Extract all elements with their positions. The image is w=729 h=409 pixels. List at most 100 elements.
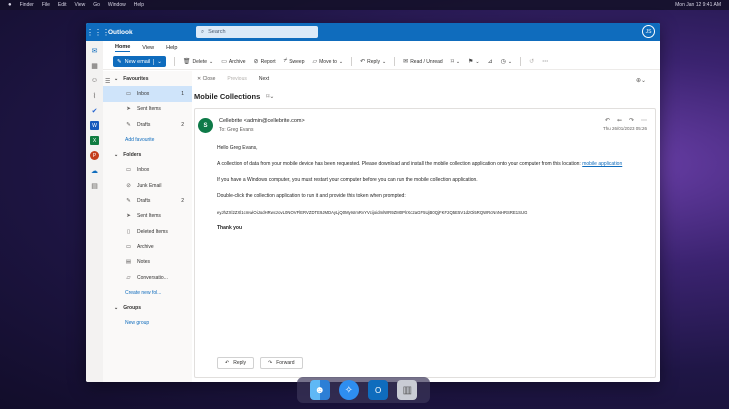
tab-help[interactable]: Help: [166, 45, 177, 51]
menu-edit[interactable]: Edit: [58, 2, 67, 8]
snooze-button[interactable]: ◷ ⌄: [501, 58, 512, 66]
onedrive-icon[interactable]: ☁: [90, 166, 99, 175]
excel-icon[interactable]: X: [90, 136, 99, 145]
folder-item-drafts[interactable]: ✎ Drafts 2: [103, 193, 192, 208]
reply-icon: ↶: [360, 59, 366, 65]
word-icon[interactable]: W: [90, 121, 99, 130]
pin-button[interactable]: ⊿: [488, 58, 493, 65]
menu-file[interactable]: File: [42, 2, 50, 8]
read-unread-button[interactable]: ✉ Read / Unread: [403, 58, 443, 66]
search-box[interactable]: ⌕ Search: [196, 26, 318, 38]
tag-icon: ⌑: [450, 59, 454, 65]
menu-go[interactable]: Go: [93, 2, 100, 8]
create-folder-link[interactable]: Create new fol...: [103, 285, 192, 300]
forward-icon: ↷: [268, 360, 273, 366]
zoom-icon[interactable]: ⊕⌄: [636, 77, 646, 84]
draft-count: 2: [181, 121, 184, 128]
folder-item-conversation[interactable]: ▱ Conversatio...: [103, 270, 192, 285]
title-bar: ⋮⋮⋮ Outlook ⌕ Search JS: [86, 23, 660, 41]
folder-label: Archive: [137, 243, 154, 250]
folder-label: Drafts: [137, 121, 151, 128]
reply-icon[interactable]: ↶: [605, 117, 610, 124]
body-paragraph: If you have a Windows computer, you must…: [217, 177, 478, 183]
calendar-icon[interactable]: ▦: [90, 61, 99, 70]
menu-help[interactable]: Help: [134, 2, 144, 8]
account-avatar[interactable]: JS: [642, 25, 655, 38]
sender-avatar[interactable]: S: [198, 118, 213, 133]
folders-header[interactable]: ⌄ Folders: [103, 147, 192, 162]
powerpoint-icon[interactable]: P: [90, 151, 99, 160]
folder-icon: ▱: [126, 274, 131, 281]
menu-view[interactable]: View: [75, 2, 86, 8]
folders-label: Folders: [123, 152, 142, 159]
fav-item-inbox[interactable]: ▭ Inbox 1: [103, 86, 192, 102]
apps-icon[interactable]: ▤: [90, 181, 99, 190]
apple-icon[interactable]: ●: [8, 2, 12, 8]
more-icon[interactable]: ⋯: [641, 117, 647, 124]
tab-view[interactable]: View: [142, 45, 154, 51]
hamburger-icon[interactable]: ☰: [105, 78, 110, 85]
folder-item-notes[interactable]: ▤ Notes: [103, 255, 192, 270]
safari-icon[interactable]: ✧: [338, 380, 359, 400]
sweep-button[interactable]: ⌿ Sweep: [284, 58, 305, 65]
favourites-header[interactable]: ⌄ Favourites: [103, 71, 192, 86]
folder-item-archive[interactable]: ▭ Archive: [103, 239, 192, 254]
folder-pane: ☰ ⌄ Favourites ▭ Inbox 1 ➤ Sent Items ✎ …: [103, 71, 192, 382]
report-button[interactable]: ⊘ Report: [254, 58, 276, 66]
menu-window[interactable]: Window: [108, 2, 126, 8]
toolbar-divider: [173, 57, 175, 66]
archive-label: Archive: [228, 58, 246, 65]
fav-item-drafts[interactable]: ✎ Drafts 2: [103, 117, 192, 132]
trash-icon[interactable]: ▥: [397, 380, 418, 400]
reply-all-icon[interactable]: ⇚: [617, 117, 622, 124]
close-button[interactable]: ✕ Close: [197, 76, 215, 82]
tab-home[interactable]: Home: [115, 44, 131, 52]
forward-button[interactable]: ↷ Forward: [260, 357, 303, 369]
app-launcher-icon[interactable]: ⋮⋮⋮: [86, 28, 110, 37]
reply-button[interactable]: ↶ Reply: [217, 357, 254, 369]
groups-header[interactable]: ⌄ Groups: [103, 300, 192, 315]
chevron-down-icon[interactable]: ⌄: [153, 58, 162, 65]
read-unread-label: Read / Unread: [410, 58, 443, 65]
new-group-link[interactable]: New group: [103, 316, 192, 331]
previous-button[interactable]: Previous: [227, 76, 246, 82]
menubar-clock[interactable]: Mon Jan 12 9:41 AM: [675, 2, 721, 8]
sender-name[interactable]: Cellebrite <admin@cellebrite.com>: [219, 118, 305, 124]
move-to-button[interactable]: ▱ Move to ⌄: [313, 58, 344, 66]
next-button[interactable]: Next: [259, 76, 269, 82]
chevron-down-icon: ⌄: [475, 58, 480, 65]
add-favourite-link[interactable]: Add favourite: [103, 132, 192, 147]
mobile-application-link[interactable]: mobile application: [582, 161, 622, 167]
chevron-down-icon: ⌄: [381, 58, 387, 65]
undo-button[interactable]: ↺: [529, 58, 534, 65]
subject-text: Mobile Collections: [194, 92, 261, 101]
system-menubar: ● Finder File Edit View Go Window Help M…: [0, 0, 729, 10]
folder-item-junk[interactable]: ⊘ Junk Email: [103, 178, 192, 193]
forward-icon[interactable]: ↷: [629, 117, 634, 124]
more-options-button[interactable]: ⋯: [542, 58, 548, 65]
outlook-icon[interactable]: O: [368, 380, 389, 400]
token-text[interactable]: eyJhZXl2ZXl1cmwiOiJodHRwczovL0NOVFlERVZD…: [217, 209, 645, 217]
folder-label: Junk Email: [137, 182, 162, 189]
reply-dropdown-button[interactable]: ↶ Reply ⌄: [360, 58, 387, 66]
folder-item-deleted[interactable]: ▯ Deleted Items: [103, 224, 192, 239]
fav-item-sent[interactable]: ➤ Sent Items: [103, 102, 192, 117]
inbox-icon: ▭: [125, 90, 132, 97]
menu-finder[interactable]: Finder: [20, 2, 34, 8]
delete-button[interactable]: 🗑 Delete ⌄: [183, 58, 213, 66]
folder-item-inbox[interactable]: ▭ Inbox: [103, 163, 192, 178]
categorize-button[interactable]: ⌑ ⌄: [450, 58, 460, 66]
flag-button[interactable]: ⚑ ⌄: [468, 58, 480, 66]
new-email-button[interactable]: ✎ New email ⌄: [113, 56, 166, 67]
attach-icon[interactable]: ⌇: [90, 91, 99, 100]
archive-button[interactable]: ▭ Archive: [221, 58, 246, 66]
mail-icon[interactable]: ✉: [90, 46, 99, 55]
folder-item-sent[interactable]: ➤ Sent Items: [103, 209, 192, 224]
message-subject: Mobile Collections ⌑⌄: [194, 92, 274, 101]
todo-icon[interactable]: ✔: [90, 106, 99, 115]
message-nav: ✕ Close Previous Next: [197, 76, 269, 82]
folder-label: Inbox: [137, 90, 150, 97]
people-icon[interactable]: ☺: [90, 76, 99, 85]
tag-icon[interactable]: ⌑⌄: [266, 93, 274, 100]
finder-icon[interactable]: ☻: [309, 380, 330, 400]
